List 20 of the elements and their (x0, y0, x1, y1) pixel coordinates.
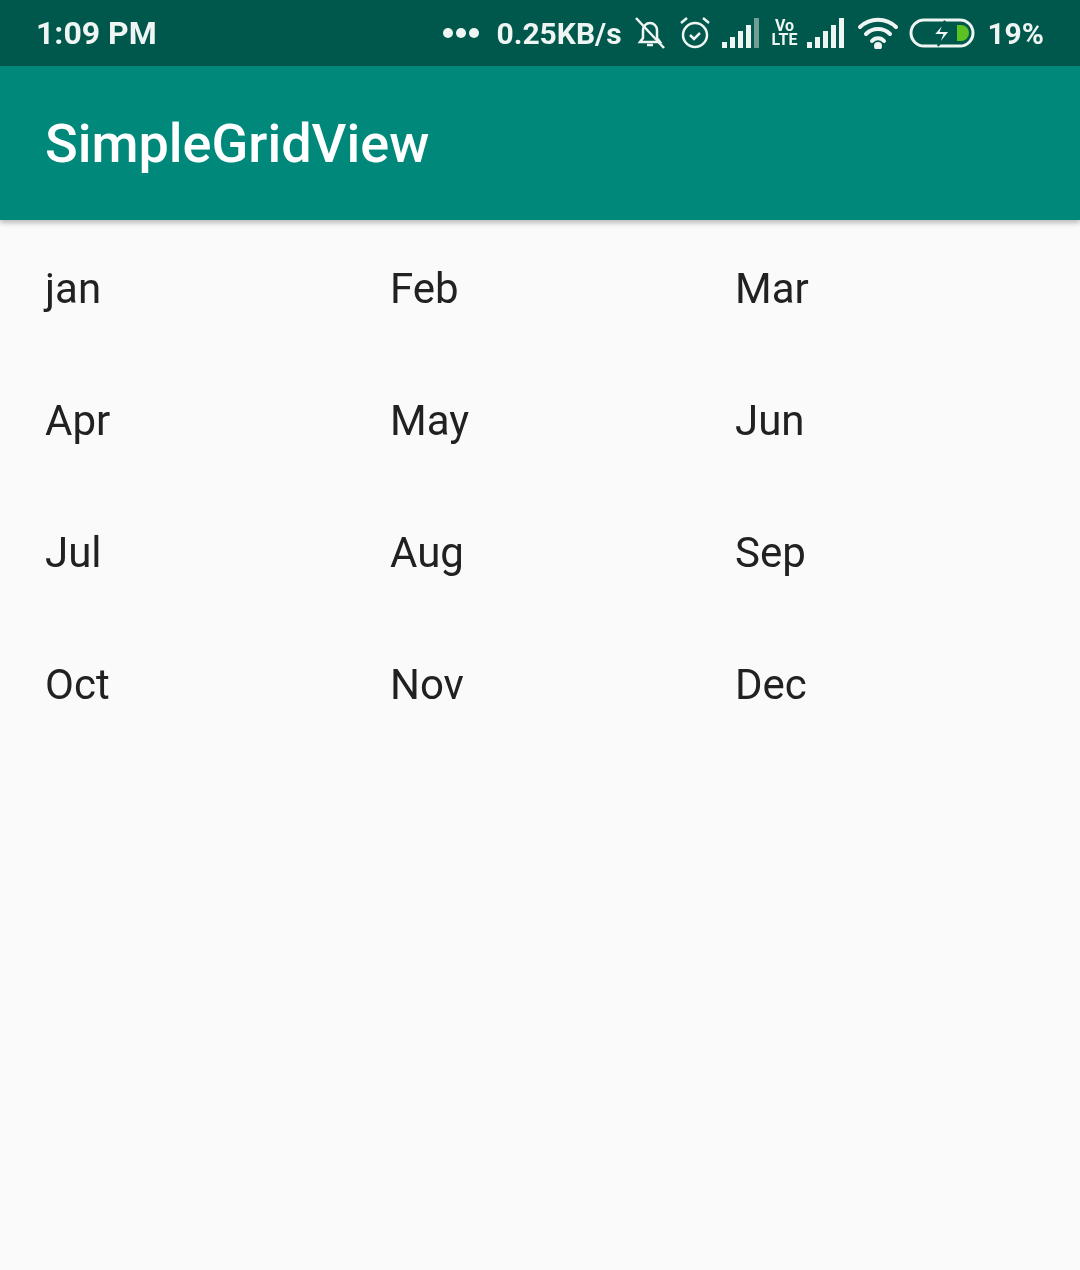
grid-item[interactable]: jan (45, 264, 102, 313)
volte-icon: Vo LTE (771, 19, 798, 47)
grid-item[interactable]: Mar (735, 264, 809, 313)
grid-item[interactable]: Feb (390, 264, 459, 313)
grid-item[interactable]: Aug (390, 528, 464, 577)
grid-item[interactable]: Nov (390, 660, 464, 709)
signal-icon (721, 18, 762, 48)
app-title: SimpleGridView (45, 110, 430, 177)
grid-item[interactable]: Jun (735, 396, 805, 445)
status-time: 1:09 PM (36, 13, 157, 54)
grid-item[interactable]: May (390, 396, 470, 445)
wifi-icon (857, 17, 900, 49)
network-speed: 0.25KB/s (496, 14, 622, 53)
grid-item[interactable]: Sep (735, 528, 806, 577)
battery-percentage: 19% (987, 14, 1044, 53)
grid-item[interactable]: Apr (45, 396, 111, 445)
more-icon (442, 27, 481, 39)
grid-item[interactable]: Jul (45, 528, 102, 577)
grid-item[interactable]: Oct (45, 660, 110, 709)
grid-item[interactable]: Dec (735, 660, 807, 709)
